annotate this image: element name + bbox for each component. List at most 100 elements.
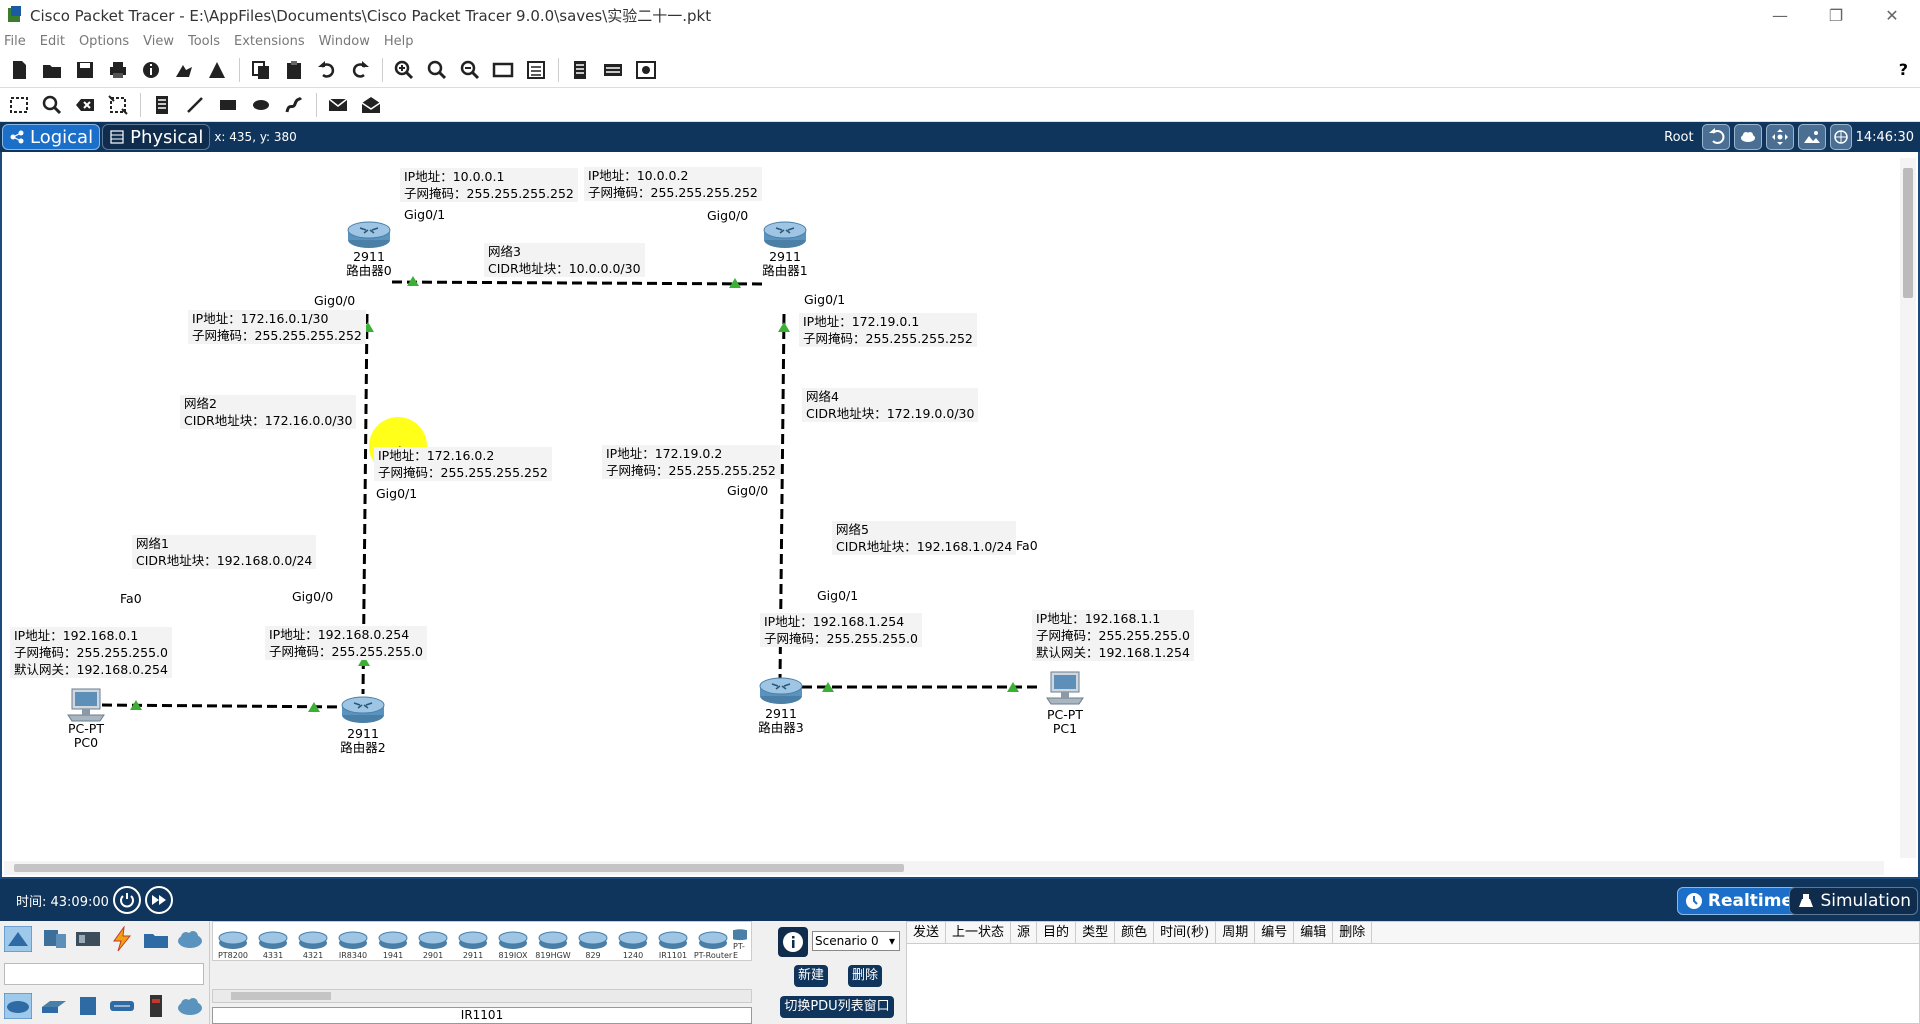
note-router0-gig01[interactable]: IP地址：10.0.0.1 子网掩码：255.255.255.252 — [400, 168, 578, 202]
set-background-button[interactable] — [1797, 124, 1826, 150]
device-model-4331[interactable]: 4331 — [253, 922, 293, 960]
logical-workspace[interactable]: IP地址：10.0.0.1 子网掩码：255.255.255.252 IP地址：… — [0, 152, 1920, 879]
text-file-icon[interactable] — [567, 57, 593, 83]
note-network3[interactable]: 网络3 CIDR地址块：10.0.0.0/30 — [484, 243, 645, 277]
delete-tool-icon[interactable] — [72, 92, 98, 118]
wireless-subcategory-icon[interactable] — [108, 993, 136, 1019]
router-3[interactable] — [758, 676, 804, 709]
note-network2[interactable]: 网络2 CIDR地址块：172.16.0.0/30 — [180, 395, 357, 429]
device-model-1240[interactable]: 1240 — [613, 922, 653, 960]
device-model-1941[interactable]: 1941 — [373, 922, 413, 960]
security-subcategory-icon[interactable] — [142, 993, 170, 1019]
delete-scenario-button[interactable]: 删除 — [848, 965, 882, 987]
device-model-2901[interactable]: 2901 — [413, 922, 453, 960]
place-note-icon[interactable] — [149, 92, 175, 118]
menu-extensions[interactable]: Extensions — [234, 34, 305, 49]
switches-subcategory-icon[interactable] — [40, 993, 68, 1019]
components-category-icon[interactable] — [74, 926, 102, 952]
help-button[interactable]: ? — [1899, 60, 1908, 79]
device-model-pt-empty[interactable]: PT-E — [733, 922, 747, 960]
note-router1-gig01[interactable]: IP地址：172.19.0.1 子网掩码：255.255.255.252 — [799, 313, 977, 347]
close-button[interactable]: ✕ — [1864, 0, 1920, 30]
inspect-tool-icon[interactable] — [39, 92, 65, 118]
back-button[interactable] — [1701, 124, 1730, 150]
end-devices-category-icon[interactable] — [40, 926, 68, 952]
cluster-icon[interactable] — [633, 57, 659, 83]
menu-view[interactable]: View — [143, 34, 174, 49]
add-simple-pdu-icon[interactable] — [325, 92, 351, 118]
menu-options[interactable]: Options — [79, 34, 129, 49]
zoom-in-icon[interactable] — [391, 57, 417, 83]
vertical-scroll-thumb[interactable] — [1903, 168, 1913, 298]
new-cluster-button[interactable] — [1733, 124, 1762, 150]
copy-icon[interactable] — [248, 57, 274, 83]
fast-forward-button[interactable] — [144, 886, 173, 914]
note-network1[interactable]: 网络1 CIDR地址块：192.168.0.0/24 — [132, 535, 317, 569]
network-info-icon[interactable] — [204, 57, 230, 83]
power-cycle-button[interactable] — [112, 886, 141, 914]
hubs-subcategory-icon[interactable] — [74, 993, 102, 1019]
note-router1-gig00[interactable]: IP地址：10.0.0.2 子网掩码：255.255.255.252 — [584, 167, 762, 201]
note-router2-gig00[interactable]: IP地址：192.168.0.254 子网掩码：255.255.255.0 — [265, 626, 427, 660]
drawing-palette-icon[interactable] — [490, 57, 516, 83]
device-model-819iox[interactable]: 819IOX — [493, 922, 533, 960]
print-icon[interactable] — [105, 57, 131, 83]
move-object-button[interactable] — [1765, 124, 1794, 150]
note-network4[interactable]: 网络4 CIDR地址块：172.19.0.0/30 — [802, 388, 979, 422]
connections-category-icon[interactable] — [108, 926, 136, 952]
note-router0-gig00[interactable]: IP地址：172.16.0.1/30 子网掩码：255.255.255.252 — [188, 310, 366, 344]
note-pc1[interactable]: IP地址：192.168.1.1 子网掩码：255.255.255.0 默认网关… — [1032, 610, 1194, 661]
viewport-button[interactable] — [1829, 124, 1852, 150]
scenario-select[interactable]: Scenario 0 ▾ — [812, 931, 900, 951]
device-model-829[interactable]: 829 — [573, 922, 613, 960]
scenario-info-button[interactable] — [778, 927, 808, 957]
info-icon[interactable] — [138, 57, 164, 83]
router-2[interactable] — [340, 695, 386, 728]
horizontal-scrollbar[interactable] — [4, 861, 1884, 875]
menu-window[interactable]: Window — [319, 34, 370, 49]
add-complex-pdu-icon[interactable] — [358, 92, 384, 118]
simulation-mode-button[interactable]: Simulation — [1789, 887, 1918, 915]
vertical-scrollbar[interactable] — [1900, 158, 1916, 858]
device-model-ir1101[interactable]: IR1101 — [653, 922, 693, 960]
device-model-pt-router[interactable]: PT-Router — [693, 922, 733, 960]
select-tool-icon[interactable] — [6, 92, 32, 118]
restore-button[interactable]: ❐ — [1808, 0, 1864, 30]
undo-icon[interactable] — [314, 57, 340, 83]
new-scenario-button[interactable]: 新建 — [794, 965, 828, 987]
realtime-mode-button[interactable]: Realtime — [1676, 887, 1800, 915]
minimize-button[interactable]: — — [1752, 0, 1808, 30]
note-router2-gig01[interactable]: IP地址：172.16.0.2 子网掩码：255.255.255.252 — [374, 447, 552, 481]
open-folder-icon[interactable] — [39, 57, 65, 83]
zoom-out-icon[interactable] — [457, 57, 483, 83]
wan-emulation-subcategory-icon[interactable] — [176, 993, 204, 1019]
activity-wizard-icon[interactable] — [171, 57, 197, 83]
tab-logical[interactable]: Logical — [2, 124, 101, 150]
note-pc0[interactable]: IP地址：192.168.0.1 子网掩码：255.255.255.0 默认网关… — [10, 627, 172, 678]
device-list-scroll-thumb[interactable] — [231, 992, 331, 1000]
menu-edit[interactable]: Edit — [40, 34, 65, 49]
device-model-pt8200[interactable]: PT8200 — [213, 922, 253, 960]
draw-line-icon[interactable] — [182, 92, 208, 118]
toggle-pdu-list-button[interactable]: 切换PDU列表窗口 — [780, 996, 894, 1018]
menu-tools[interactable]: Tools — [188, 34, 220, 49]
draw-rectangle-icon[interactable] — [215, 92, 241, 118]
multiuser-category-icon[interactable] — [176, 926, 204, 952]
note-network5[interactable]: 网络5 CIDR地址块：192.168.1.0/24 — [832, 521, 1017, 555]
horizontal-scroll-thumb[interactable] — [14, 864, 904, 872]
zoom-reset-icon[interactable] — [424, 57, 450, 83]
device-list-scrollbar[interactable] — [212, 989, 752, 1003]
pc-1[interactable] — [1045, 670, 1085, 709]
miscellaneous-category-icon[interactable] — [142, 926, 170, 952]
device-model-2911[interactable]: 2911 — [453, 922, 493, 960]
resize-tool-icon[interactable] — [105, 92, 131, 118]
tab-physical[interactable]: Physical — [102, 124, 211, 150]
redo-icon[interactable] — [347, 57, 373, 83]
custom-device-icon[interactable] — [523, 57, 549, 83]
draw-ellipse-icon[interactable] — [248, 92, 274, 118]
freeform-draw-icon[interactable] — [281, 92, 307, 118]
save-icon[interactable] — [72, 57, 98, 83]
paste-icon[interactable] — [281, 57, 307, 83]
note-router3-gig00[interactable]: IP地址：172.19.0.2 子网掩码：255.255.255.252 — [602, 445, 780, 479]
device-search-field[interactable] — [4, 963, 204, 985]
